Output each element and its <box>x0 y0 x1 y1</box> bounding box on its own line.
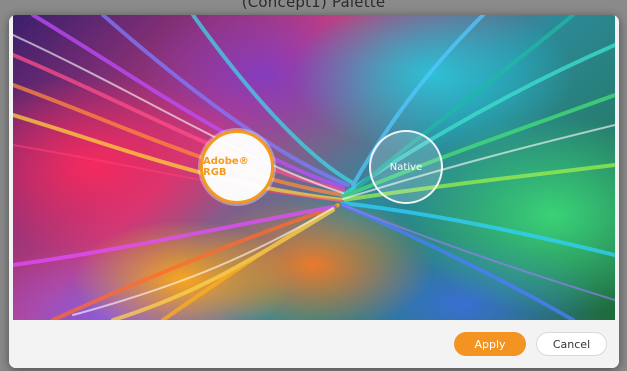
cancel-button[interactable]: Cancel <box>536 332 607 356</box>
adobe-rgb-mode-label: Adobe® RGB <box>203 156 249 178</box>
native-mode-label: Native <box>389 161 423 173</box>
color-swirl-strokes <box>13 15 615 320</box>
apply-button[interactable]: Apply <box>454 332 526 356</box>
palette-dialog: Adobe® RGB Native Apply Cancel <box>9 15 619 368</box>
native-mode-button[interactable]: Native <box>369 130 443 204</box>
preview-image: Adobe® RGB Native <box>13 15 615 320</box>
window-title: (Concept1) Palette <box>241 0 386 11</box>
screen: (Concept1) Palette Adobe® RGB Native App… <box>0 0 627 371</box>
dialog-footer: Apply Cancel <box>9 320 619 368</box>
adobe-rgb-mode-button[interactable]: Adobe® RGB <box>200 130 274 204</box>
